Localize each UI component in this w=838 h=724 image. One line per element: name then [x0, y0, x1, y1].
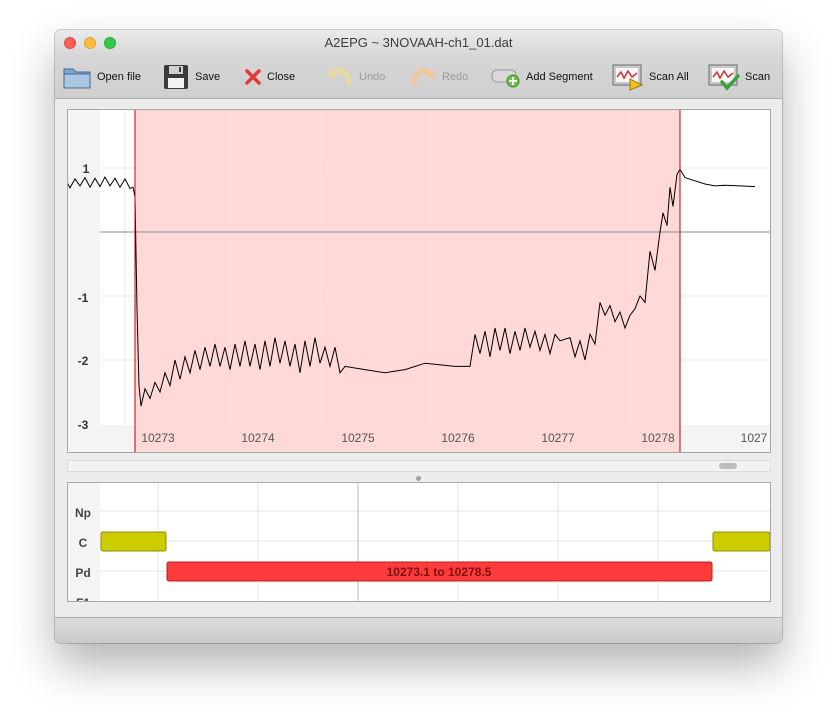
row-label-c: C — [79, 536, 88, 550]
open-file-label: Open file — [97, 71, 142, 83]
floppy-disk-icon — [164, 65, 188, 89]
horizontal-scrollbar[interactable] — [67, 460, 771, 472]
x-tick-label: 10273 — [141, 431, 175, 445]
row-label-np: Np — [75, 506, 91, 520]
waveform-chart[interactable]: 1 -1 -2 -3 10273 10274 10275 10276 10277… — [68, 110, 770, 452]
segment-grid — [100, 483, 770, 601]
toolbar: Open file Save Close Undo Redo Add Segme… — [55, 56, 782, 99]
segment-track-chart[interactable]: Np C Pd F1 10273.1 to 10278.5 — [68, 483, 771, 610]
redo-label: Redo — [442, 71, 469, 83]
open-file-button[interactable]: Open file — [62, 62, 141, 92]
close-file-label: Close — [267, 71, 296, 83]
waveform-panel[interactable]: 1 -1 -2 -3 10273 10274 10275 10276 10277… — [67, 109, 771, 453]
selection-region[interactable] — [135, 110, 680, 452]
close-file-button[interactable]: Close — [244, 62, 295, 92]
scan-label: Scan — [745, 71, 771, 83]
segments-panel[interactable]: Np C Pd F1 10273.1 to 10278.5 — [67, 482, 771, 610]
y-tick-label: -2 — [78, 354, 89, 368]
add-segment-button[interactable]: Add Segment — [491, 62, 593, 92]
splitter-handle[interactable] — [416, 476, 421, 481]
row-label-pd: Pd — [75, 566, 90, 580]
scan-all-button[interactable]: Scan All — [612, 62, 689, 92]
x-tick-label: 10276 — [441, 431, 475, 445]
x-tick-label: 1027 — [741, 431, 768, 445]
y-tick-label: 1 — [83, 162, 90, 176]
status-bar — [55, 617, 782, 643]
add-segment-label: Add Segment — [526, 71, 593, 83]
save-label: Save — [195, 71, 221, 83]
undo-label: Undo — [359, 71, 386, 83]
scan-check-icon — [708, 64, 740, 91]
redo-arrow-icon — [411, 68, 436, 85]
app-window: A2EPG ~ 3NOVAAH-ch1_01.dat Open file Sav… — [55, 30, 782, 643]
y-tick-label: -3 — [78, 418, 89, 432]
x-tick-label: 10274 — [241, 431, 275, 445]
redo-button[interactable]: Redo — [409, 62, 468, 92]
segment-c-right[interactable] — [712, 531, 771, 552]
row-label-f1: F1 — [76, 596, 90, 601]
x-tick-label: 10278 — [641, 431, 675, 445]
window-title: A2EPG ~ 3NOVAAH-ch1_01.dat — [324, 35, 513, 50]
save-button[interactable]: Save — [162, 62, 220, 92]
add-segment-icon — [491, 69, 520, 88]
y-tick-label: -1 — [78, 291, 89, 305]
scan-all-icon — [612, 64, 644, 91]
folder-icon — [63, 68, 91, 89]
undo-button[interactable]: Undo — [326, 62, 385, 92]
undo-arrow-icon — [327, 68, 352, 85]
segment-c-left[interactable] — [100, 531, 167, 552]
scrollbar-thumb[interactable] — [719, 463, 737, 469]
title-bar: A2EPG ~ 3NOVAAH-ch1_01.dat — [55, 30, 782, 56]
x-tick-label: 10277 — [541, 431, 575, 445]
main-content: 1 -1 -2 -3 10273 10274 10275 10276 10277… — [55, 99, 782, 617]
segment-pd-range-label: 10273.1 to 10278.5 — [387, 565, 492, 579]
close-icon — [245, 69, 261, 85]
scan-all-label: Scan All — [649, 71, 689, 83]
scan-button[interactable]: Scan — [708, 62, 770, 92]
x-tick-label: 10275 — [341, 431, 375, 445]
